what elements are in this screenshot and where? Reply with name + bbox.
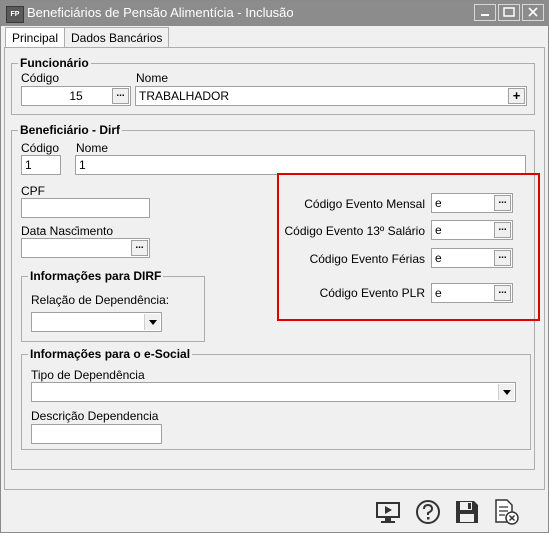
cancel-document-icon xyxy=(495,499,519,525)
evento-13-salario-value: e xyxy=(435,223,442,237)
beneficiario-codigo-field[interactable]: 1 xyxy=(21,155,61,175)
data-nascimento-label: Data Nascimento xyxy=(21,224,114,238)
beneficiario-nome-value: 1 xyxy=(79,158,86,172)
evento-mensal-value: e xyxy=(435,196,442,210)
funcionario-nome-add-button[interactable]: + xyxy=(508,88,525,104)
descricao-dependencia-label: Descrição Dependencia xyxy=(31,409,159,423)
tab-principal[interactable]: Principal xyxy=(5,27,66,49)
funcionario-codigo-label: Código xyxy=(21,71,60,85)
evento-plr-label: Código Evento PLR xyxy=(319,286,425,300)
beneficiario-title: Beneficiário - Dirf xyxy=(18,123,123,137)
tipo-dependencia-label: Tipo de Dependência xyxy=(31,368,145,382)
tab-dados-bancarios[interactable]: Dados Bancários xyxy=(64,27,170,48)
evento-ferias-value: e xyxy=(435,251,442,265)
relacao-dependencia-select[interactable] xyxy=(31,312,162,332)
minimize-icon xyxy=(481,14,489,16)
beneficiario-nome-label: Nome xyxy=(76,141,109,155)
esocial-title: Informações para o e-Social xyxy=(28,347,193,361)
presentation-icon xyxy=(376,502,400,523)
presentation-button[interactable] xyxy=(374,497,404,527)
beneficiario-codigo-value: 1 xyxy=(25,158,32,172)
close-icon xyxy=(528,7,538,17)
save-icon xyxy=(456,501,478,523)
chevron-down-icon[interactable] xyxy=(498,384,514,400)
descricao-dependencia-field[interactable] xyxy=(31,424,162,444)
data-nascimento-picker-button[interactable]: ... xyxy=(131,240,148,256)
evento-13-salario-label: Código Evento 13º Salário xyxy=(284,224,425,238)
evento-plr-value: e xyxy=(435,286,442,300)
funcionario-nome-value: TRABALHADOR xyxy=(139,89,230,103)
funcionario-title: Funcionário xyxy=(18,56,91,70)
close-button[interactable] xyxy=(522,4,544,21)
help-button[interactable] xyxy=(413,497,443,527)
evento-plr-lookup-button[interactable]: ... xyxy=(494,285,511,301)
help-icon xyxy=(416,500,440,524)
title-bar: FP Beneficiários de Pensão Alimentícia -… xyxy=(1,1,548,26)
cpf-field[interactable]: . . - xyxy=(21,198,150,233)
dirf-group: Informações para DIRF xyxy=(21,269,205,342)
evento-mensal-lookup-button[interactable]: ... xyxy=(494,195,511,211)
beneficiario-codigo-label: Código xyxy=(21,141,60,155)
window: FP Beneficiários de Pensão Alimentícia -… xyxy=(0,0,549,533)
beneficiario-nome-field[interactable]: 1 xyxy=(75,155,526,175)
evento-13-salario-lookup-button[interactable]: ... xyxy=(494,222,511,238)
maximize-icon xyxy=(503,7,515,17)
minimize-button[interactable] xyxy=(474,4,496,21)
funcionario-nome-field[interactable]: TRABALHADOR xyxy=(135,86,527,106)
dirf-title: Informações para DIRF xyxy=(28,269,164,283)
evento-ferias-lookup-button[interactable]: ... xyxy=(494,250,511,266)
funcionario-codigo-value: 15 xyxy=(69,89,83,103)
maximize-button[interactable] xyxy=(498,4,520,21)
app-icon: FP xyxy=(6,6,24,23)
cancel-button[interactable] xyxy=(491,497,521,527)
funcionario-codigo-lookup-button[interactable]: ... xyxy=(112,88,129,104)
cpf-label: CPF xyxy=(21,184,45,198)
chevron-down-icon[interactable] xyxy=(144,314,160,330)
tipo-dependencia-select[interactable] xyxy=(31,382,516,402)
evento-ferias-label: Código Evento Férias xyxy=(309,252,425,266)
save-button[interactable] xyxy=(452,497,482,527)
funcionario-nome-label: Nome xyxy=(136,71,169,85)
window-title: Beneficiários de Pensão Alimentícia - In… xyxy=(27,5,294,20)
evento-mensal-label: Código Evento Mensal xyxy=(304,197,425,211)
relacao-dependencia-label: Relação de Dependência: xyxy=(31,293,170,307)
